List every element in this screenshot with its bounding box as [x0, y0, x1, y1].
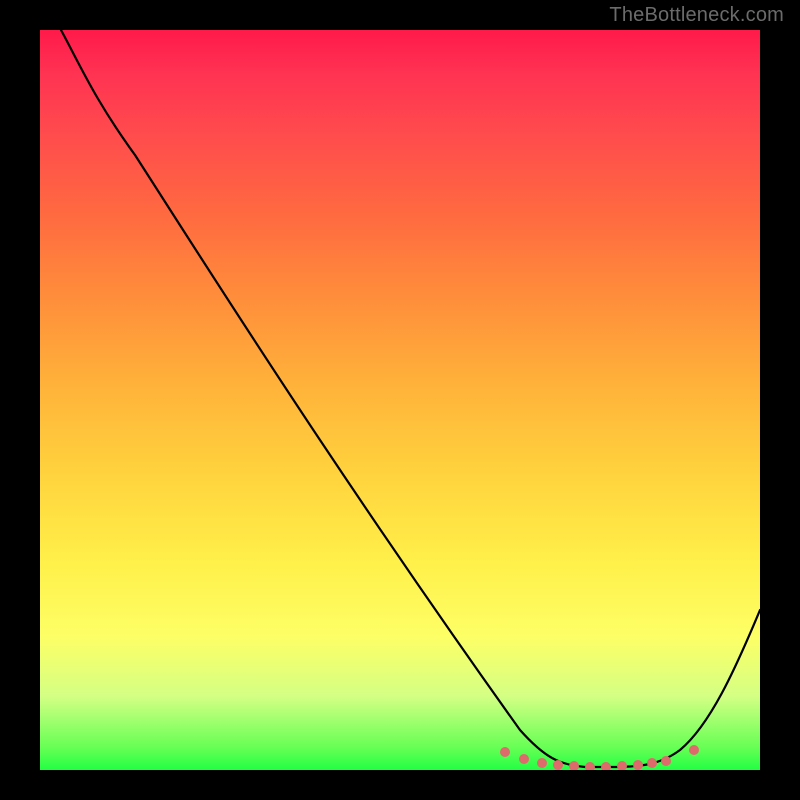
marker-dot — [519, 754, 529, 764]
marker-dot — [569, 761, 579, 770]
marker-dot — [585, 762, 595, 770]
marker-dot — [617, 761, 627, 770]
marker-dot — [633, 760, 643, 770]
marker-dot — [500, 747, 510, 757]
marker-dot — [553, 760, 563, 770]
marker-dot — [601, 762, 611, 770]
marker-dot — [689, 745, 699, 755]
marker-dot — [647, 758, 657, 768]
bottleneck-curve — [61, 30, 760, 767]
marker-dot — [537, 758, 547, 768]
marker-dot — [661, 756, 671, 766]
plot-area — [40, 30, 760, 770]
watermark-text: TheBottleneck.com — [609, 4, 784, 27]
curve-svg — [40, 30, 760, 770]
chart-container: TheBottleneck.com — [0, 0, 800, 800]
